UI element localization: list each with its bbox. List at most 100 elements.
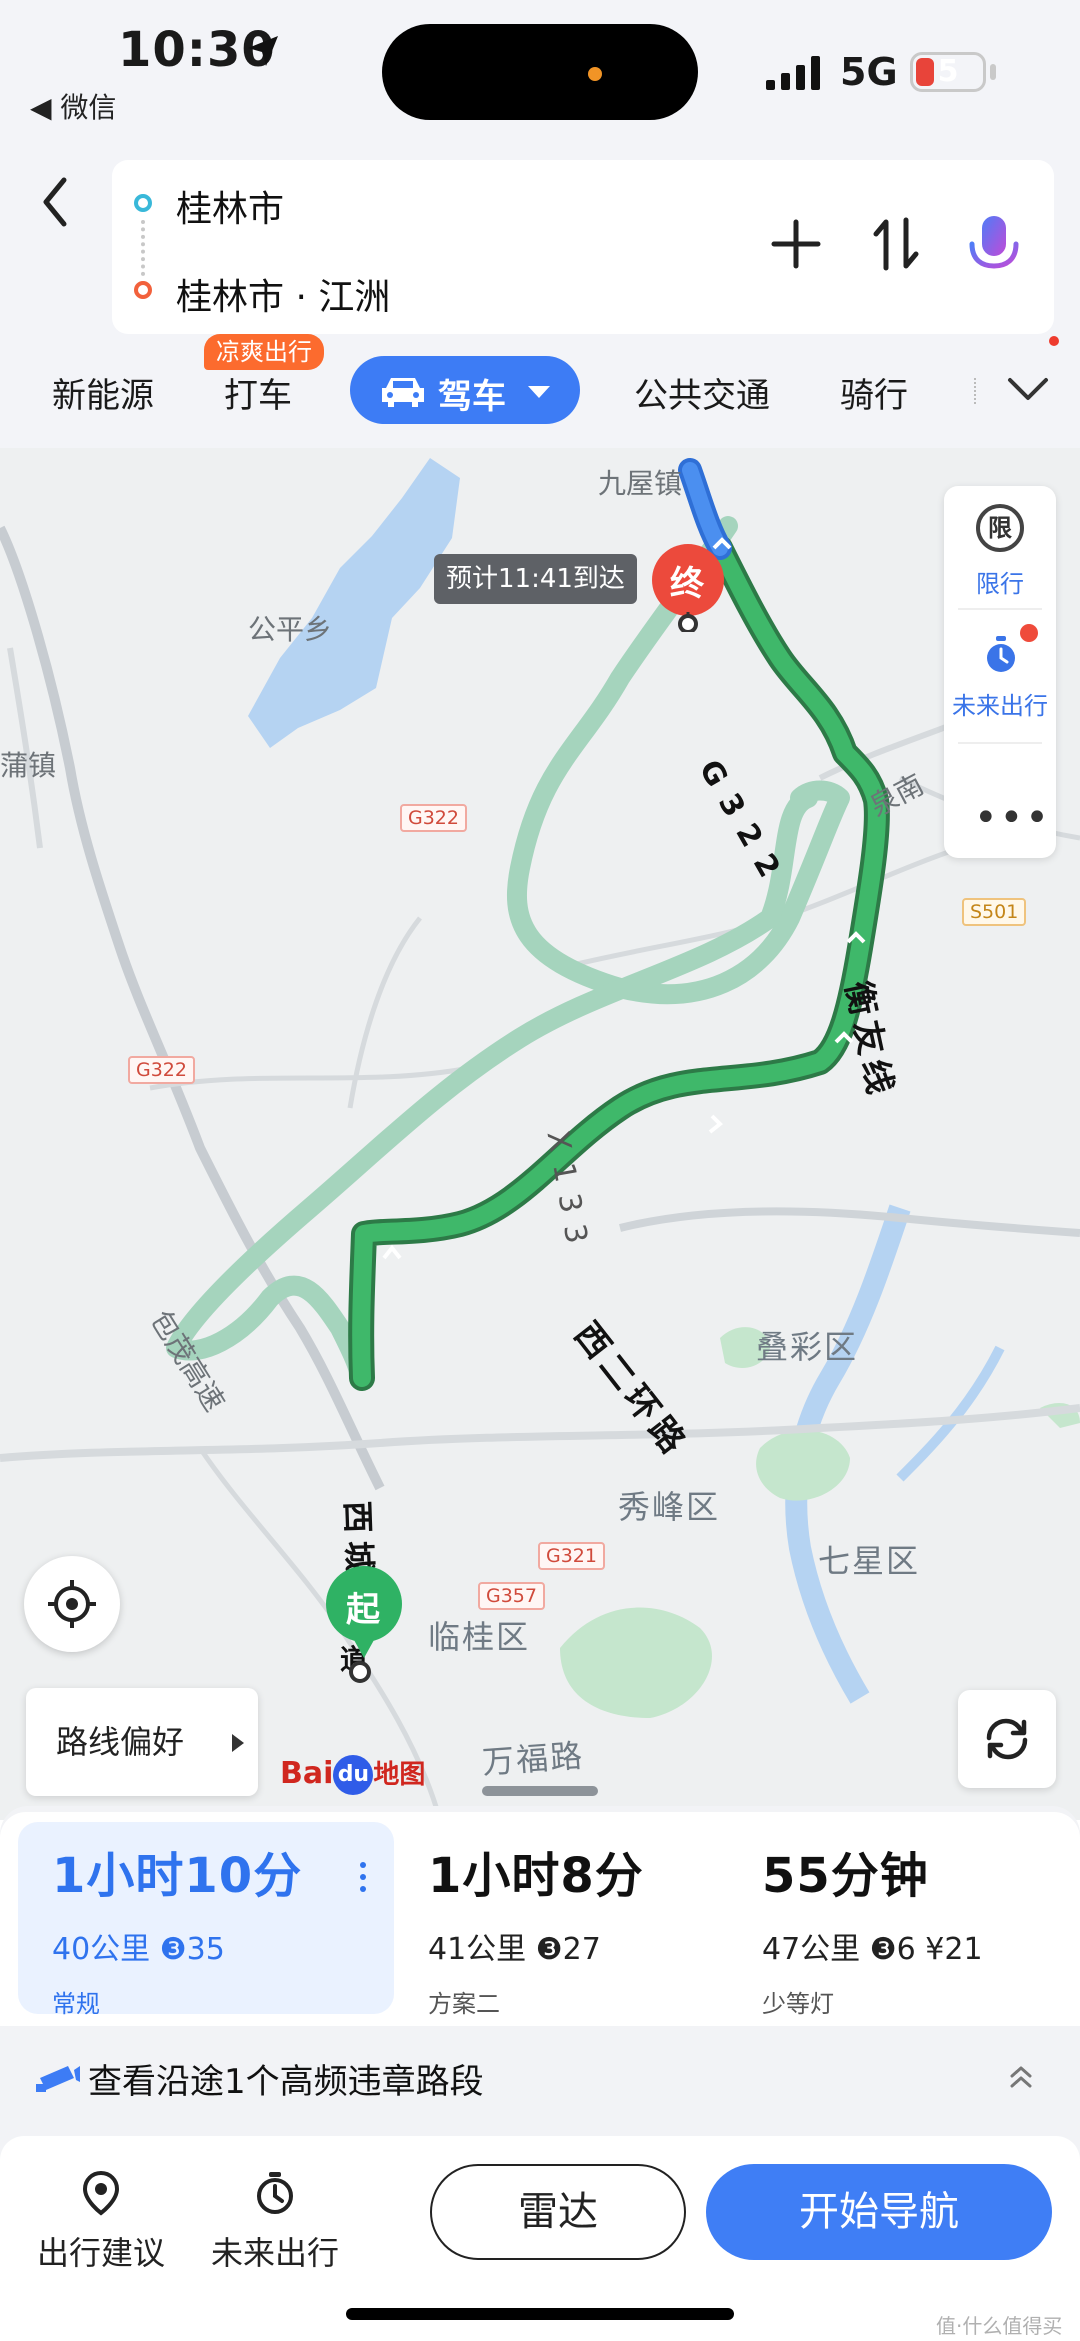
swap-route-icon[interactable] [870, 214, 922, 274]
district-label: 叠彩区 [756, 1328, 859, 1366]
car-icon [382, 378, 424, 407]
route-card[interactable]: 1小时10分 40公里 ❸35 常规 [52, 1836, 302, 2019]
map-view[interactable]: 九屋镇 公平乡 蒲镇 泉南 叠彩区 秀峰区 七星区 临桂区 万福路 包茂高速 G… [0, 448, 1080, 1820]
home-indicator [346, 2308, 734, 2320]
end-location-field[interactable]: 桂林市 · 江洲 [176, 268, 390, 320]
tab-divider [974, 378, 976, 404]
start-location-field[interactable]: 桂林市 [176, 180, 284, 232]
route-preference-label: 路线偏好 [56, 1723, 185, 1761]
future-travel-button[interactable]: 未来出行 [944, 686, 1056, 721]
violation-text[interactable]: 查看沿途1个高频违章路段 [88, 2054, 484, 2103]
network-type: 5G [840, 50, 898, 94]
back-to-app-link[interactable]: ◀ 微信 [30, 86, 116, 126]
radar-button[interactable]: 雷达 [430, 2164, 686, 2260]
microphone-icon[interactable] [966, 214, 1022, 282]
tab-bike[interactable]: 骑行 [840, 368, 908, 417]
reservoir-water [248, 458, 460, 748]
tab-drive-label: 驾车 [438, 377, 506, 417]
road-label: 万福路 [480, 1736, 586, 1782]
river-branch [896, 1345, 1005, 1482]
locate-me-button[interactable] [24, 1556, 120, 1652]
route-preference-button[interactable]: 路线偏好 [26, 1688, 258, 1796]
tab-new-energy[interactable]: 新能源 [52, 368, 154, 417]
place-label: 蒲镇 [0, 749, 57, 782]
travel-suggestion-button[interactable]: 出行建议 [26, 2170, 176, 2274]
district-label: 秀峰区 [618, 1488, 721, 1526]
taxi-promo-badge: 凉爽出行 [204, 334, 324, 370]
back-arrow-icon[interactable] [34, 172, 78, 232]
route-card[interactable]: 55分钟 47公里 ❸6 ¥21 少等灯 [762, 1836, 983, 2019]
end-marker-label: 终 [670, 564, 704, 604]
route-distance: 41公里 [428, 1932, 527, 1967]
route-meta: 47公里 ❸6 ¥21 [762, 1924, 983, 1968]
camera-icon [36, 2066, 80, 2092]
place-label: 九屋镇 [598, 467, 683, 500]
route-connector [141, 220, 145, 276]
battery-tip [990, 64, 996, 80]
route-duration: 1小时8分 [428, 1848, 644, 1904]
route-lights: 27 [562, 1932, 601, 1967]
caret-right-icon [232, 1734, 244, 1752]
location-pin-icon [82, 2170, 120, 2216]
route-duration: 1小时10分 [52, 1848, 303, 1904]
route-lights: 6 [896, 1932, 916, 1967]
park-green [560, 1607, 712, 1718]
panel-divider [958, 608, 1042, 610]
battery-icon: 5 [910, 52, 986, 92]
dynamic-island [382, 24, 698, 120]
highway-shield: G322 [128, 1056, 195, 1084]
battery-percent: 5 [937, 54, 959, 89]
traffic-light-icon: ❸ [535, 1932, 563, 1967]
traffic-limit-button[interactable]: 限行 [944, 564, 1056, 599]
route-meta: 41公里 ❸27 [428, 1924, 644, 1968]
tab-taxi[interactable]: 打车 [224, 368, 292, 417]
mic-indicator-dot [588, 67, 602, 81]
highway-shield: G322 [400, 804, 467, 832]
road-6 [149, 1065, 471, 1091]
baidu-map-logo: Bai du 地图 [280, 1754, 425, 1795]
highway-shield: G357 [478, 1582, 545, 1610]
future-travel-bottom-button[interactable]: 未来出行 [200, 2170, 350, 2274]
tab-transit[interactable]: 公共交通 [634, 368, 770, 417]
sheet-drag-handle[interactable] [482, 1786, 598, 1796]
traffic-light-icon: ❸ [159, 1932, 187, 1967]
district-label: 临桂区 [428, 1618, 531, 1656]
highway-shield: G321 [538, 1542, 605, 1570]
add-waypoint-icon[interactable] [770, 218, 822, 270]
route-lights: 35 [186, 1932, 225, 1967]
notification-dot [1020, 624, 1038, 642]
road-8 [619, 1207, 1080, 1237]
eta-tooltip: 预计11:41到达 [434, 554, 637, 604]
route-meta: 40公里 ❸35 [52, 1924, 302, 1968]
location-arrow-icon [248, 36, 278, 66]
logo-paw-icon: du [333, 1754, 374, 1795]
route-duration: 55分钟 [762, 1848, 929, 1904]
more-options-icon[interactable]: ••• [974, 798, 1051, 838]
route-options-kebab-icon[interactable] [360, 1862, 368, 1898]
route-card[interactable]: 1小时8分 41公里 ❸27 方案二 [428, 1836, 644, 2019]
refresh-icon [986, 1718, 1028, 1760]
traffic-light-icon: ❸ [869, 1932, 897, 1967]
chevron-down-icon [528, 386, 550, 398]
direction-chevron [708, 1114, 723, 1134]
logo-text: Bai [280, 1756, 334, 1791]
traffic-limit-icon[interactable]: 限 [976, 504, 1024, 552]
highway-shield: S501 [962, 898, 1027, 926]
start-marker-label: 起 [346, 1590, 380, 1630]
crosshair-icon [48, 1580, 96, 1628]
route-tag: 少等灯 [762, 1990, 834, 2018]
timer-icon[interactable] [984, 636, 1018, 676]
double-chevron-up-icon[interactable] [1006, 2062, 1036, 2092]
end-point-icon [134, 281, 152, 299]
start-navigation-button[interactable]: 开始导航 [706, 2164, 1052, 2260]
route-distance: 40公里 [52, 1932, 151, 1967]
route-fee: ¥21 [925, 1932, 983, 1967]
direction-chevron [382, 1244, 402, 1260]
expand-tabs-chevron-icon[interactable] [1006, 374, 1050, 404]
route-tag: 方案二 [428, 1990, 500, 2018]
road-2 [0, 1404, 1080, 1462]
park-green-2 [756, 1429, 850, 1501]
refresh-route-button[interactable] [958, 1690, 1056, 1788]
start-point-icon [134, 194, 152, 212]
tab-drive[interactable]: 驾车 [350, 356, 580, 424]
